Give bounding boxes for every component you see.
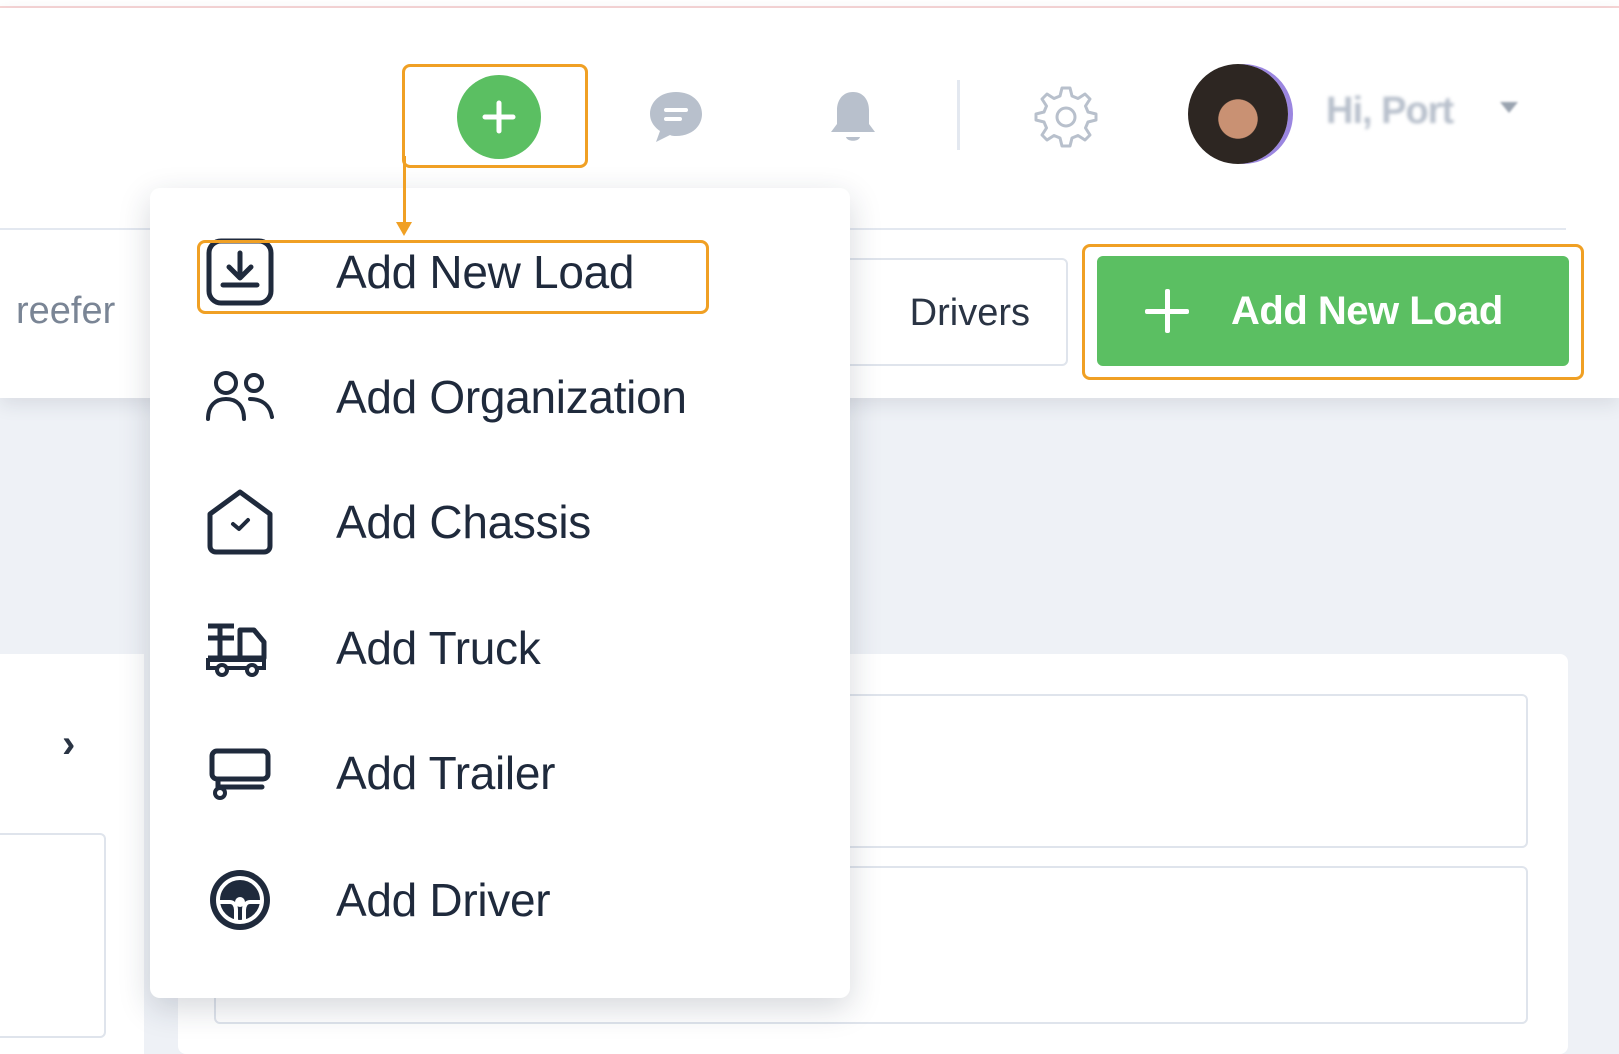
- menu-item-add-trailer[interactable]: Add Trailer: [200, 728, 760, 818]
- form-field-box[interactable]: [810, 694, 1528, 848]
- top-strip: [0, 0, 1619, 8]
- user-avatar[interactable]: [1188, 64, 1288, 164]
- tab-drivers-label: Drivers: [909, 292, 1030, 334]
- menu-item-label: Add Trailer: [336, 747, 556, 799]
- menu-item-label: Add Driver: [336, 874, 551, 926]
- header-separator: [957, 80, 960, 150]
- menu-item-label: Add Truck: [336, 622, 541, 674]
- chevron-down-icon[interactable]: [1500, 102, 1518, 113]
- gear-icon: [1034, 86, 1098, 148]
- annotation-arrow-line: [403, 156, 406, 224]
- add-new-load-button-label: Add New Load: [1231, 288, 1503, 333]
- truck-icon: [200, 608, 280, 688]
- user-greeting[interactable]: Hi, Port: [1326, 90, 1454, 133]
- chat-button[interactable]: [640, 80, 712, 152]
- menu-item-label: Add New Load: [336, 246, 635, 298]
- menu-item-add-driver[interactable]: Add Driver: [200, 855, 760, 945]
- chat-icon: [650, 92, 702, 142]
- notifications-button[interactable]: [820, 82, 886, 152]
- chevron-right-icon[interactable]: ›: [62, 722, 75, 767]
- add-new-load-button[interactable]: Add New Load: [1097, 256, 1569, 366]
- settings-button[interactable]: [1030, 80, 1102, 152]
- menu-item-label: Add Chassis: [336, 496, 591, 548]
- menu-item-add-chassis[interactable]: Add Chassis: [200, 477, 760, 567]
- steering-wheel-icon: [200, 860, 280, 940]
- trailer-icon: [200, 733, 280, 813]
- annotation-arrow-head: [396, 222, 412, 236]
- quick-add-button[interactable]: [457, 75, 541, 159]
- plus-icon: [482, 100, 516, 134]
- bell-icon: [831, 92, 875, 141]
- menu-item-label: Add Organization: [336, 371, 687, 423]
- users-icon: [200, 357, 280, 437]
- menu-item-add-truck[interactable]: Add Truck: [200, 603, 760, 693]
- menu-item-add-organization[interactable]: Add Organization: [200, 352, 760, 442]
- plus-icon: [1145, 289, 1189, 333]
- menu-item-add-new-load[interactable]: Add New Load: [200, 227, 760, 317]
- left-panel-box: [0, 833, 106, 1038]
- chassis-icon: [200, 482, 280, 562]
- reefer-tab-label[interactable]: reefer: [16, 290, 115, 333]
- download-icon: [200, 232, 280, 312]
